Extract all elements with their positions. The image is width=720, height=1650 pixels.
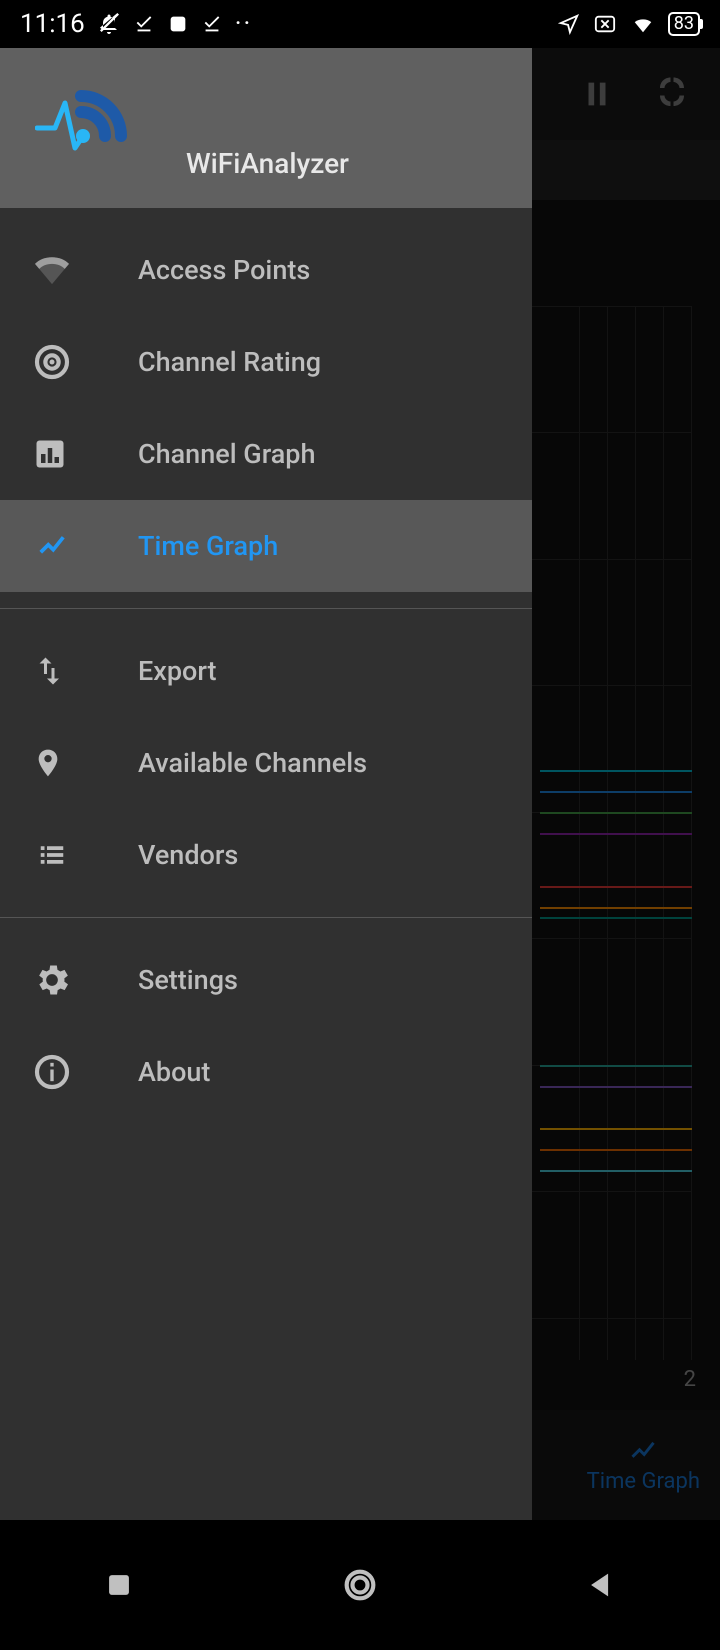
nav-label: Vendors	[138, 839, 238, 871]
info-icon	[32, 1052, 72, 1092]
nav-item-settings[interactable]: Settings	[0, 934, 532, 1026]
nav-item-access-points[interactable]: Access Points	[0, 224, 532, 316]
nav-label: Time Graph	[138, 530, 278, 562]
download-done-icon	[201, 13, 223, 35]
nav-item-channel-graph[interactable]: Channel Graph	[0, 408, 532, 500]
status-right: 83	[558, 12, 700, 36]
app-title: WiFiAnalyzer	[186, 147, 349, 180]
import-export-icon	[32, 653, 68, 689]
target-icon	[32, 342, 72, 382]
nav-item-time-graph[interactable]: Time Graph	[0, 500, 532, 592]
recents-button[interactable]	[102, 1568, 136, 1602]
drawer-list: Access Points Channel Rating Channel Gra…	[0, 208, 532, 1520]
clock: 11:16	[20, 9, 85, 39]
app-logo-icon	[35, 78, 135, 162]
download-done-icon	[133, 13, 155, 35]
nav-label: Channel Graph	[138, 438, 316, 470]
nav-label: Access Points	[138, 254, 310, 286]
wifi-icon	[630, 13, 656, 35]
nav-item-about[interactable]: About	[0, 1026, 532, 1118]
back-button[interactable]	[584, 1568, 618, 1602]
location-icon	[558, 13, 580, 35]
nav-drawer: WiFiAnalyzer Access Points Channel Ratin…	[0, 48, 532, 1520]
bar-chart-icon	[32, 436, 68, 472]
more-dots-icon: ··	[235, 9, 253, 39]
wifi-weak-icon	[32, 253, 72, 287]
nav-label: Channel Rating	[138, 346, 321, 378]
location-pin-icon	[32, 743, 64, 783]
nav-label: About	[138, 1056, 210, 1088]
status-bar: 11:16 ·· 83	[0, 0, 720, 48]
nav-label: Settings	[138, 964, 238, 996]
list-icon	[32, 840, 72, 870]
no-sim-icon	[592, 13, 618, 35]
nav-item-export[interactable]: Export	[0, 625, 532, 717]
gear-icon	[32, 960, 72, 1000]
nav-item-available-channels[interactable]: Available Channels	[0, 717, 532, 809]
status-left: 11:16 ··	[20, 9, 252, 39]
battery-percent: 83	[674, 13, 694, 34]
drawer-header: WiFiAnalyzer	[0, 48, 532, 208]
home-button[interactable]	[340, 1565, 380, 1605]
battery-indicator: 83	[668, 12, 700, 36]
mute-icon	[97, 12, 121, 36]
trend-icon	[32, 531, 72, 561]
nav-item-vendors[interactable]: Vendors	[0, 809, 532, 901]
android-nav-bar	[0, 1520, 720, 1650]
nav-label: Available Channels	[138, 747, 367, 779]
nav-label: Export	[138, 655, 217, 687]
nav-item-channel-rating[interactable]: Channel Rating	[0, 316, 532, 408]
square-icon	[167, 13, 189, 35]
